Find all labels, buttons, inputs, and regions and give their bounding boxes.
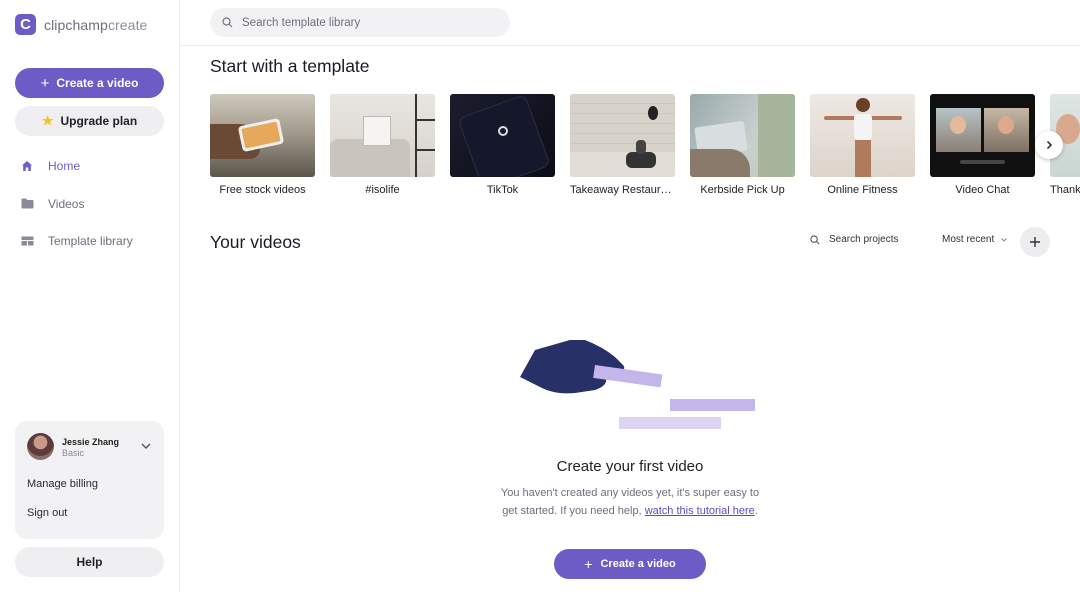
account-panel: Jessie Zhang Basic Manage billing Sign o… (15, 421, 164, 539)
empty-desc-line2: get started. If you need help, (502, 505, 642, 517)
sign-out-link[interactable]: Sign out (27, 507, 67, 519)
template-label: Takeaway Restaurant (570, 184, 675, 196)
home-icon (20, 159, 34, 173)
plus-icon: + (584, 556, 593, 572)
hand-illustration (520, 340, 755, 429)
project-search[interactable]: Search projects (810, 234, 898, 245)
template-thumbnail (570, 94, 675, 177)
upgrade-plan-button[interactable]: ★ Upgrade plan (15, 106, 164, 136)
sidebar-item-label: Template library (48, 234, 133, 248)
sidebar-item-label: Home (48, 159, 81, 173)
account-name: Jessie Zhang (62, 437, 120, 447)
logo-mark-icon: C (15, 14, 36, 35)
tutorial-link[interactable]: watch this tutorial here (645, 505, 755, 517)
star-icon: ★ (41, 113, 54, 128)
empty-state-title: Create your first video (556, 458, 704, 475)
avatar (27, 433, 54, 460)
create-video-label: Create a video (56, 76, 139, 90)
create-video-main-label: Create a video (600, 558, 676, 570)
template-label: Video Chat (955, 184, 1010, 196)
templates-heading: Start with a template (210, 56, 370, 76)
sort-dropdown[interactable]: Most recent (942, 234, 1008, 245)
clipchamp-logo[interactable]: C clipchampcreate (15, 14, 147, 35)
template-card[interactable]: #isolife (330, 94, 435, 196)
search-input[interactable] (242, 16, 492, 29)
template-label: TikTok (486, 184, 519, 196)
project-search-label: Search projects (829, 234, 899, 245)
account-plan: Basic (62, 448, 85, 458)
chevron-right-icon (1046, 140, 1053, 150)
top-bar (180, 0, 1080, 46)
sort-label: Most recent (942, 234, 995, 245)
template-thumbnail (330, 94, 435, 177)
template-thumbnail (930, 94, 1035, 177)
template-label: Kerbside Pick Up (700, 184, 785, 196)
folder-icon (20, 197, 34, 211)
carousel-next-button[interactable] (1035, 131, 1063, 159)
upgrade-plan-label: Upgrade plan (60, 114, 138, 128)
sidebar-item-label: Videos (48, 196, 85, 211)
create-video-main-button[interactable]: + Create a video (554, 549, 706, 579)
sidebar-nav: Home Videos Template library (20, 155, 133, 268)
template-card[interactable]: Free stock videos (210, 94, 315, 196)
plus-icon (1030, 237, 1040, 247)
template-card[interactable]: TikTok (450, 94, 555, 196)
template-icon (20, 234, 34, 248)
empty-desc-line1: You haven't created any videos yet, it's… (500, 487, 760, 499)
empty-state-description: You haven't created any videos yet, it's… (480, 484, 780, 520)
sidebar-item-videos[interactable]: Videos (20, 193, 133, 215)
plus-icon: + (40, 74, 50, 92)
search-icon (222, 17, 233, 28)
template-thumbnail (810, 94, 915, 177)
template-label: Free stock videos (219, 184, 306, 196)
empty-desc-end: . (754, 505, 758, 517)
sidebar-item-template-library[interactable]: Template library (20, 230, 133, 252)
sidebar-item-home[interactable]: Home (20, 155, 133, 177)
logo-text: clipchampcreate (44, 16, 148, 33)
template-card[interactable]: Video Chat (930, 94, 1035, 196)
template-label: #isolife (365, 184, 400, 196)
template-thumbnail (210, 94, 315, 177)
your-videos-heading: Your videos (210, 232, 301, 252)
template-thumbnail (450, 94, 555, 177)
template-card[interactable]: Takeaway Restaurant (570, 94, 675, 196)
template-search[interactable] (210, 8, 510, 37)
add-project-button[interactable] (1020, 227, 1050, 257)
template-card[interactable]: Online Fitness (810, 94, 915, 196)
template-carousel: Free stock videos #isolife TikTok Takeaw… (210, 94, 1080, 204)
chevron-down-icon[interactable] (140, 440, 152, 452)
manage-billing-link[interactable]: Manage billing (27, 478, 98, 490)
template-label: Thank (1050, 184, 1080, 196)
search-icon (810, 234, 820, 244)
main-content: Start with a template Free stock videos … (180, 0, 1080, 592)
help-button[interactable]: Help (15, 547, 164, 577)
template-label: Online Fitness (827, 184, 898, 196)
create-video-button[interactable]: + Create a video (15, 68, 164, 98)
sidebar: C clipchampcreate + Create a video ★ Upg… (0, 0, 180, 592)
chevron-down-icon (1001, 237, 1008, 242)
template-card[interactable]: Kerbside Pick Up (690, 94, 795, 196)
template-thumbnail (690, 94, 795, 177)
